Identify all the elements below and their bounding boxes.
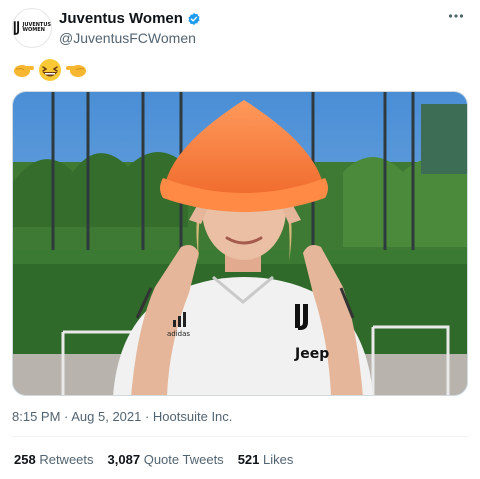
juventus-logo-icon: [13, 21, 20, 35]
likes-stat[interactable]: 521 Likes: [238, 452, 294, 467]
more-dots-icon: [448, 14, 464, 18]
tweet-timestamp[interactable]: 8:15 PM · Aug 5, 2021 · Hootsuite Inc.: [12, 409, 232, 425]
retweets-stat[interactable]: 258 Retweets: [14, 452, 94, 467]
pointing-laughing-emoji-icon: [14, 59, 86, 81]
handle[interactable]: @JuventusFCWomen: [59, 28, 201, 48]
avatar-logo-text: JUVENTUS WOMEN: [23, 23, 51, 33]
tweet-text: [12, 58, 88, 82]
verified-badge-icon: [188, 12, 200, 26]
retweets-label: Retweets: [39, 452, 94, 467]
retweets-count: 258: [14, 452, 36, 467]
pointing-left-emoji-icon: [66, 65, 86, 77]
avatar[interactable]: JUVENTUS WOMEN: [12, 8, 52, 48]
engagement-stats: 258 Retweets 3,087 Quote Tweets 521 Like…: [14, 452, 293, 467]
display-name[interactable]: Juventus Women: [59, 10, 183, 28]
svg-text:adidas: adidas: [167, 330, 190, 338]
jersey-sponsor-text: Jeep: [294, 346, 329, 362]
divider-top: [12, 436, 468, 437]
photo-illustration: adidas Jeep: [13, 92, 467, 395]
tweet-photo[interactable]: adidas Jeep: [12, 91, 468, 396]
tweet-card: JUVENTUS WOMEN Juventus Women @JuventusF…: [0, 0, 480, 479]
pointing-right-emoji-icon: [14, 65, 34, 77]
quotes-count: 3,087: [107, 452, 141, 467]
quote-tweets-stat[interactable]: 3,087 Quote Tweets: [108, 452, 224, 467]
avatar-text-line2: WOMEN: [22, 27, 45, 33]
tweet-header: JUVENTUS WOMEN Juventus Women @JuventusF…: [12, 8, 470, 48]
display-name-row[interactable]: Juventus Women: [59, 10, 201, 28]
laughing-face-emoji-icon: [39, 59, 61, 81]
quotes-label: Quote Tweets: [143, 452, 224, 467]
more-options-icon[interactable]: [446, 8, 466, 28]
likes-label: Likes: [263, 452, 294, 467]
likes-count: 521: [237, 452, 260, 467]
account-names: Juventus Women @JuventusFCWomen: [59, 10, 201, 48]
